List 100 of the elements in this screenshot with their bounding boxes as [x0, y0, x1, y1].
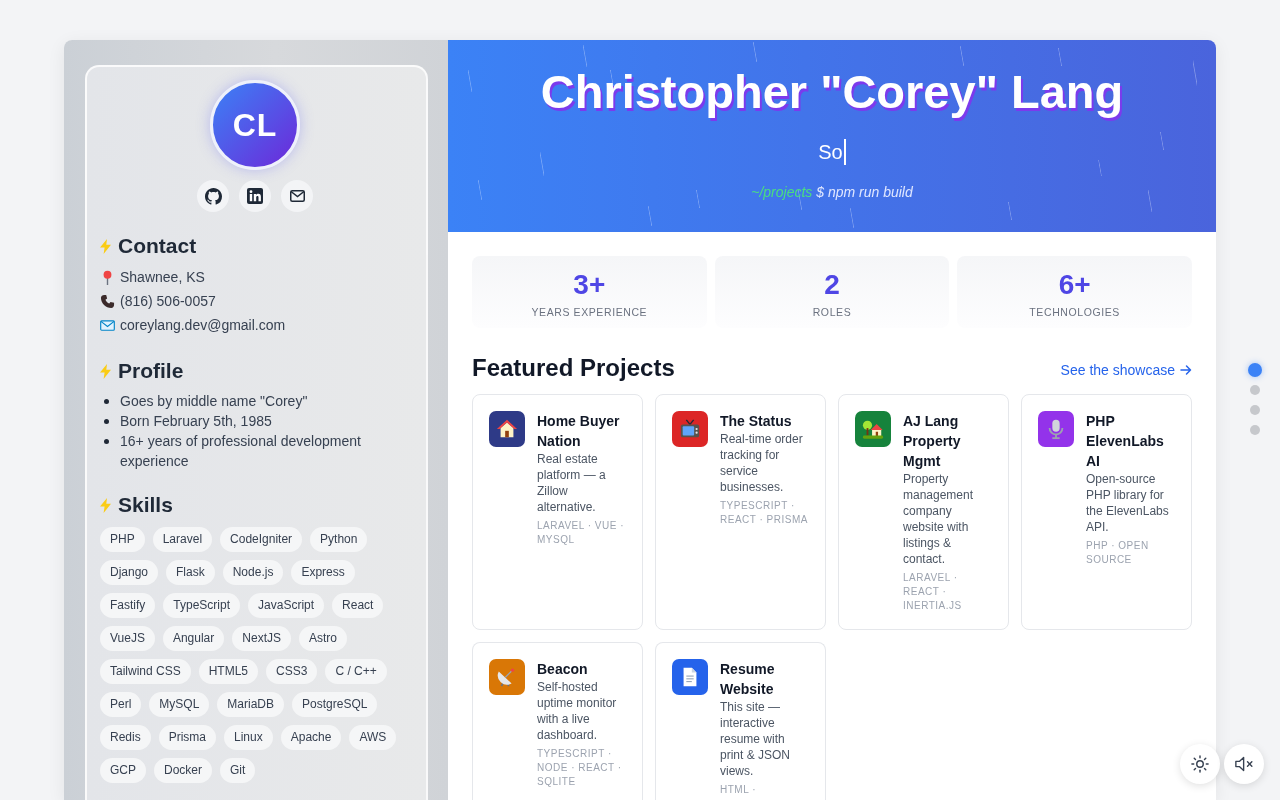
skill-tag: MariaDB [217, 692, 285, 717]
section-heading: Skills [118, 493, 173, 517]
text-caret-icon [843, 139, 846, 165]
profile-item: Goes by middle name "Corey" [120, 392, 309, 411]
linkedin-icon [247, 188, 263, 204]
section-nav-dot[interactable] [1248, 363, 1262, 377]
skill-tag: Django [100, 560, 159, 585]
skill-tag: Redis [100, 725, 151, 750]
skill-tag: NextJS [232, 626, 291, 651]
lightning-icon [100, 363, 111, 379]
skill-tag: TypeScript [163, 593, 241, 618]
contact-text: coreylang.dev@gmail.com [120, 317, 286, 333]
lightning-icon [100, 497, 111, 513]
stat-value: 3+ [573, 268, 606, 302]
mail-icon [289, 190, 305, 202]
project-card[interactable]: Home Buyer Nation Real estate platform — a Zillow alternative. LARAVEL · VUE · MYSQL [472, 394, 643, 630]
skill-tag: Git [220, 758, 256, 783]
project-title: Home Buyer Nation [537, 412, 621, 451]
linkedin-button[interactable] [239, 180, 271, 212]
project-title: Beacon [537, 660, 589, 679]
envelope-icon [100, 317, 115, 333]
name-title: Christopher "Corey" Lang [540, 64, 1124, 120]
skill-tag: AWS [349, 725, 397, 750]
skill-tag: CSS3 [266, 659, 318, 684]
project-card[interactable]: PHP ElevenLabs AI Open-source PHP library for the ElevenLabs API. PHP · OPEN SOURCE [1021, 394, 1192, 630]
stat-label: YEARS EXPERIENCE [531, 305, 648, 320]
skill-tag: Linux [224, 725, 273, 750]
project-title: AJ Lang Property Mgmt [903, 412, 962, 471]
skill-tag: Express [291, 560, 355, 585]
project-description: Property management company website with listings & contact. [903, 471, 975, 567]
skill-tag: PostgreSQL [292, 692, 378, 717]
section-nav-dot[interactable] [1250, 405, 1260, 415]
skill-tag: Fastify [100, 593, 156, 618]
project-card[interactable]: AJ Lang Property Mgmt Property management company website with listings & contact. LARAVEL · REACT · INERTIA.JS [838, 394, 1009, 630]
arrow-right-icon [1180, 364, 1192, 376]
skill-tag: JavaScript [248, 593, 325, 618]
project-card[interactable]: Beacon Self-hosted uptime monitor with a live dashboard. TYPESCRIPT · NODE · REACT · SQLITE [472, 642, 643, 800]
project-tags: TYPESCRIPT · REACT · PRISMA [720, 499, 809, 527]
profile-item: 16+ years of professional development experience [120, 432, 362, 471]
phone-icon [100, 293, 115, 309]
project-description: Open-source PHP library for the ElevenLabs API. [1086, 471, 1170, 535]
skill-tag: Apache [280, 725, 342, 750]
section-nav-dot[interactable] [1250, 385, 1260, 395]
profile-item: Born February 5th, 1985 [120, 412, 273, 431]
skill-tag: Astro [299, 626, 347, 651]
skill-tag: Perl [100, 692, 142, 717]
project-description: Real estate platform — a Zillow alternative. [537, 451, 607, 515]
stat-label: ROLES [812, 305, 852, 320]
project-card[interactable]: The Status Real-time order tracking for service businesses. TYPESCRIPT · REACT · PRISMA [655, 394, 826, 630]
skill-tag: VueJS [100, 626, 155, 651]
project-title: PHP ElevenLabs AI [1086, 412, 1165, 471]
skill-tag: HTML5 [198, 659, 259, 684]
stat-label: TECHNOLOGIES [1029, 305, 1120, 320]
skill-tag: Angular [162, 626, 225, 651]
section-nav-dot[interactable] [1250, 425, 1260, 435]
project-tags: LARAVEL · VUE · MYSQL [537, 519, 626, 547]
skill-tag: Python [310, 527, 368, 552]
project-tags: HTML · [720, 783, 809, 797]
section-heading: Profile [118, 359, 184, 383]
skill-tag: Tailwind CSS [100, 659, 191, 684]
project-tags: TYPESCRIPT · NODE · REACT · SQLITE [537, 747, 626, 789]
skill-tag: MySQL [149, 692, 210, 717]
stat-value: 2 [824, 268, 840, 302]
lightning-icon [100, 238, 111, 254]
skill-tag: Docker [154, 758, 213, 783]
skill-tag: Flask [166, 560, 215, 585]
bullet-icon [104, 399, 109, 404]
speaker-muted-icon [1234, 756, 1254, 772]
skill-tag: GCP [100, 758, 146, 783]
stat-value: 6+ [1058, 268, 1091, 302]
section-title: Featured Projects [472, 353, 675, 383]
sound-toggle-button[interactable] [1224, 744, 1264, 784]
skill-tag: Laravel [152, 527, 213, 552]
email-button[interactable] [281, 180, 313, 212]
skill-tag: React [332, 593, 384, 618]
bullet-icon [104, 439, 109, 444]
project-tags: LARAVEL · REACT · INERTIA.JS [903, 571, 992, 613]
skill-tag: Node.js [222, 560, 284, 585]
project-tags: PHP · OPEN SOURCE [1086, 539, 1175, 567]
project-description: This site — interactive resume with print & JSON views. [720, 699, 792, 779]
avatar: CL [210, 80, 300, 170]
project-title: Resume Website [720, 660, 776, 699]
showcase-link[interactable]: See the showcase [1060, 360, 1192, 380]
skill-tag: C / C++ [325, 659, 387, 684]
project-description: Self-hosted uptime monitor with a live dashboard. [537, 679, 618, 743]
contact-text: (816) 506-0057 [120, 293, 216, 309]
skill-tag: Prisma [158, 725, 217, 750]
sun-icon [1191, 755, 1209, 773]
contact-text: Shawnee, KS [120, 269, 205, 285]
bullet-icon [104, 419, 109, 424]
typed-text: So [818, 140, 843, 165]
skill-tag: CodeIgniter [220, 527, 303, 552]
github-icon [204, 187, 222, 205]
project-title: The Status [720, 412, 793, 431]
skill-tag: PHP [100, 527, 145, 552]
project-card[interactable]: Resume Website This site — interactive resume with print & JSON views. HTML · [655, 642, 826, 800]
github-button[interactable] [197, 180, 229, 212]
section-heading: Contact [118, 234, 197, 258]
project-description: Real-time order tracking for service businesses. [720, 431, 804, 495]
terminal-prompt: ~/projects $ npm run build [751, 183, 913, 202]
